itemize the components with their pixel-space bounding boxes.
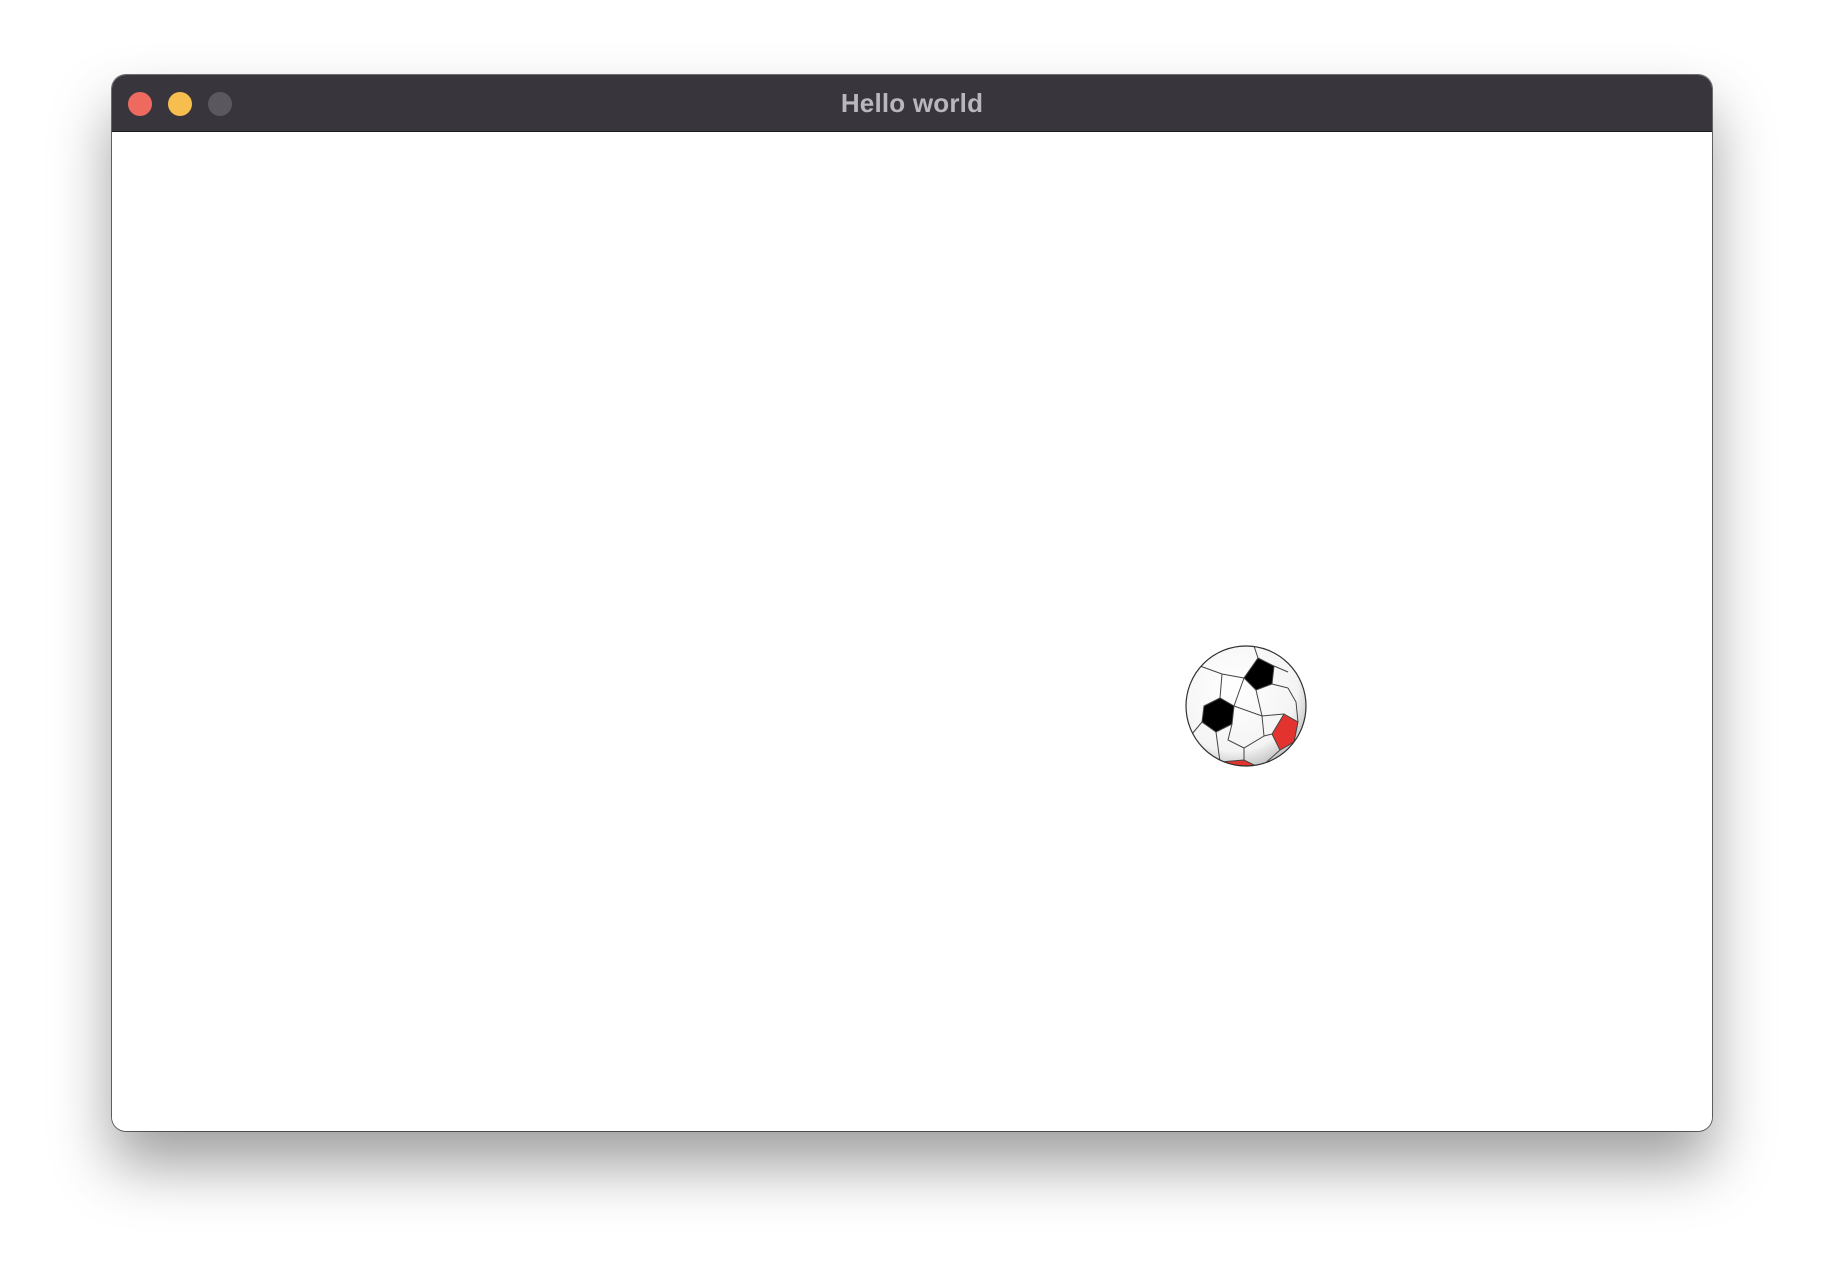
app-window: Hello world [112, 75, 1712, 1131]
soccer-ball-icon [1185, 645, 1307, 767]
canvas-area [112, 132, 1712, 1131]
desktop: Hello world [0, 0, 1824, 1280]
window-title: Hello world [840, 88, 984, 118]
title-bar[interactable]: Hello world [112, 75, 1712, 132]
